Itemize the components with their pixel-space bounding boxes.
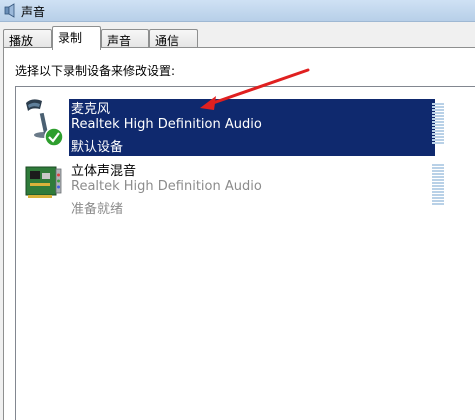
tab-sounds[interactable]: 声音	[101, 29, 149, 49]
device-driver: Realtek High Definition Audio	[71, 117, 262, 132]
title-bar[interactable]: 声音	[0, 0, 475, 22]
device-status: 准备就绪	[71, 202, 124, 217]
device-status: 默认设备	[71, 140, 124, 155]
list-item-microphone[interactable]: 麦克风 Realtek High Definition Audio 默认设备	[16, 95, 475, 156]
device-driver: Realtek High Definition Audio	[71, 179, 262, 194]
device-name: 麦克风	[71, 102, 111, 117]
device-list[interactable]: 麦克风 Realtek High Definition Audio 默认设备 立…	[15, 86, 475, 420]
tab-communications[interactable]: 通信	[149, 29, 198, 49]
tab-strip: 播放 录制 声音 通信	[3, 26, 473, 50]
instruction-text: 选择以下录制设备来修改设置:	[15, 64, 176, 78]
window-title: 声音	[21, 5, 46, 19]
sound-card-icon	[25, 166, 62, 198]
tab-playback[interactable]: 播放	[3, 29, 52, 49]
level-meter	[432, 103, 444, 147]
list-item-stereo-mix[interactable]: 立体声混音 Realtek High Definition Audio 准备就绪	[16, 157, 475, 217]
tab-recording[interactable]: 录制	[52, 26, 101, 50]
speaker-icon	[4, 3, 15, 18]
default-checkmark-icon	[44, 127, 64, 147]
device-name: 立体声混音	[71, 164, 137, 179]
level-meter	[432, 164, 444, 208]
